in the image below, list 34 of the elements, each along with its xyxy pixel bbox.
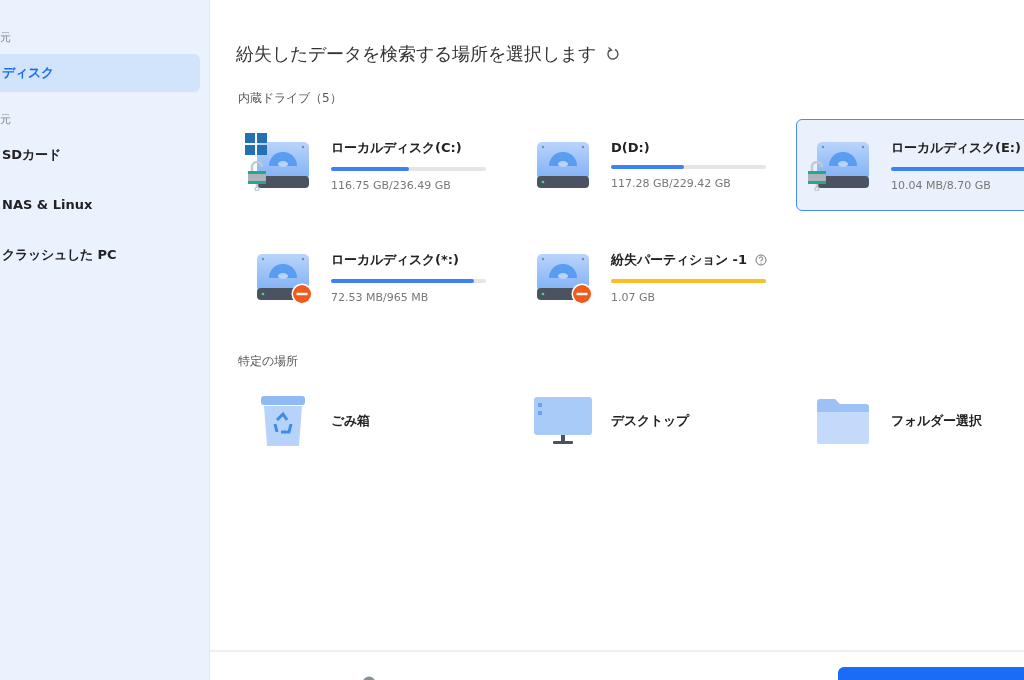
section-heading: 特定の場所	[238, 353, 299, 370]
drive-name: D(D:)	[611, 140, 650, 155]
drive-name: ローカルディスク(E:)	[891, 138, 1021, 157]
refresh-icon[interactable]	[606, 46, 620, 62]
usage-text: 72.53 MB/965 MB	[331, 290, 430, 304]
section-label: 元	[0, 30, 12, 44]
usage-text: 117.28 GB/229.42 GB	[611, 177, 732, 190]
sidebar-item[interactable]: ディスク	[0, 54, 200, 92]
drive-name: 紛失パーティション -1	[611, 250, 747, 269]
sidebar-item[interactable]: NAS & Linux	[0, 186, 200, 224]
drive-card[interactable]: 紛失パーティション -1 1.07 GB	[516, 231, 774, 323]
drive-card[interactable]: D(D:) 117.28 GB/229.42 GB	[516, 119, 774, 211]
usage-text: 116.75 GB/236.49 GB	[331, 178, 452, 192]
recycle-bin-icon	[259, 394, 307, 448]
drive-name: ローカルディスク(C:)	[331, 138, 462, 157]
sidebar-item[interactable]: クラッシュした PC	[0, 236, 200, 274]
drive-card[interactable]: ローカルディスク(C:) 116.75 GB/236.49 GB	[236, 119, 494, 211]
section-heading: 内蔵ドライブ（5）	[238, 90, 343, 107]
usage-text: 1.07 GB	[611, 290, 657, 304]
location-card[interactable]: フォルダー選択	[796, 382, 1024, 460]
location-name: フォルダー選択	[891, 412, 982, 430]
location-card[interactable]: ごみ箱	[236, 382, 494, 460]
location-name: ごみ箱	[331, 412, 370, 430]
drive-card[interactable]: ローカルディスク(*:) 72.53 MB/965 MB	[236, 231, 494, 323]
sidebar-item[interactable]: SDカード	[0, 136, 200, 174]
drive-name: ローカルディスク(*:)	[331, 250, 459, 269]
usage-text: 10.04 MB/8.70 GB	[891, 178, 992, 192]
location-card[interactable]: デスクトップ	[516, 382, 774, 460]
section-label: 元	[0, 112, 12, 126]
page-title: 紛失したデータを検索する場所を選択します	[236, 42, 596, 66]
folder-icon	[815, 396, 871, 446]
location-name: デスクトップ	[611, 412, 689, 430]
monitor-icon	[532, 395, 594, 447]
drive-card[interactable]: ローカルディスク(E:) 10.04 MB/8.70 GB	[796, 119, 1024, 211]
